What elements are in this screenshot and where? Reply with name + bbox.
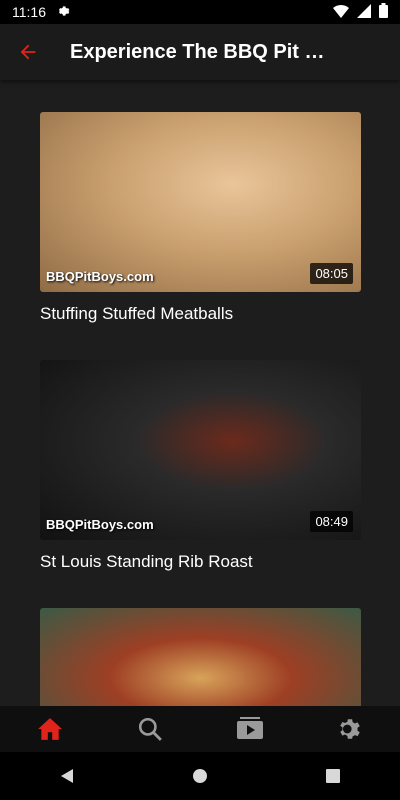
status-bar: 11:16 [0, 0, 400, 24]
thumbnail-watermark: BBQPitBoys.com [46, 269, 154, 284]
nav-search[interactable] [120, 706, 180, 752]
wifi-icon [333, 4, 349, 21]
signal-icon [357, 3, 371, 21]
nav-home[interactable] [20, 706, 80, 752]
settings-notification-icon [56, 4, 70, 21]
nav-settings[interactable] [320, 706, 380, 752]
video-duration: 08:49 [310, 511, 353, 532]
system-recents-button[interactable] [303, 752, 363, 800]
system-navigation-bar [0, 752, 400, 800]
video-title[interactable]: St Louis Standing Rib Roast [40, 552, 361, 572]
page-title: Experience The BBQ Pit Boy… [70, 40, 330, 63]
video-thumbnail[interactable]: BBQPitBoys.com 08:49 [40, 360, 361, 540]
search-icon [138, 717, 162, 741]
thumbnail-watermark: BBQPitBoys.com [46, 517, 154, 532]
bottom-navigation [0, 706, 400, 752]
video-thumbnail[interactable]: BBQPitBoys.com 08:05 [40, 112, 361, 292]
nav-subscriptions[interactable] [220, 706, 280, 752]
recents-square-icon [326, 769, 341, 783]
battery-icon [379, 3, 388, 21]
video-thumbnail[interactable] [40, 608, 361, 706]
video-card[interactable]: BBQPitBoys.com 08:05 Stuffing Stuffed Me… [40, 112, 361, 324]
video-title[interactable]: Stuffing Stuffed Meatballs [40, 304, 361, 324]
video-duration: 08:05 [310, 263, 353, 284]
video-card[interactable]: BBQPitBoys.com 08:49 St Louis Standing R… [40, 360, 361, 572]
video-feed[interactable]: BBQPitBoys.com 08:05 Stuffing Stuffed Me… [0, 80, 400, 706]
back-triangle-icon [60, 769, 73, 783]
system-home-button[interactable] [170, 752, 230, 800]
system-back-button[interactable] [37, 752, 97, 800]
video-card[interactable] [40, 608, 361, 706]
subscriptions-icon [237, 717, 263, 739]
home-circle-icon [192, 769, 207, 783]
app-bar: Experience The BBQ Pit Boy… [0, 24, 400, 80]
back-button[interactable] [0, 24, 56, 80]
arrow-back-icon [20, 44, 36, 60]
home-icon [38, 718, 62, 740]
status-time: 11:16 [12, 4, 46, 20]
settings-icon [340, 719, 360, 739]
